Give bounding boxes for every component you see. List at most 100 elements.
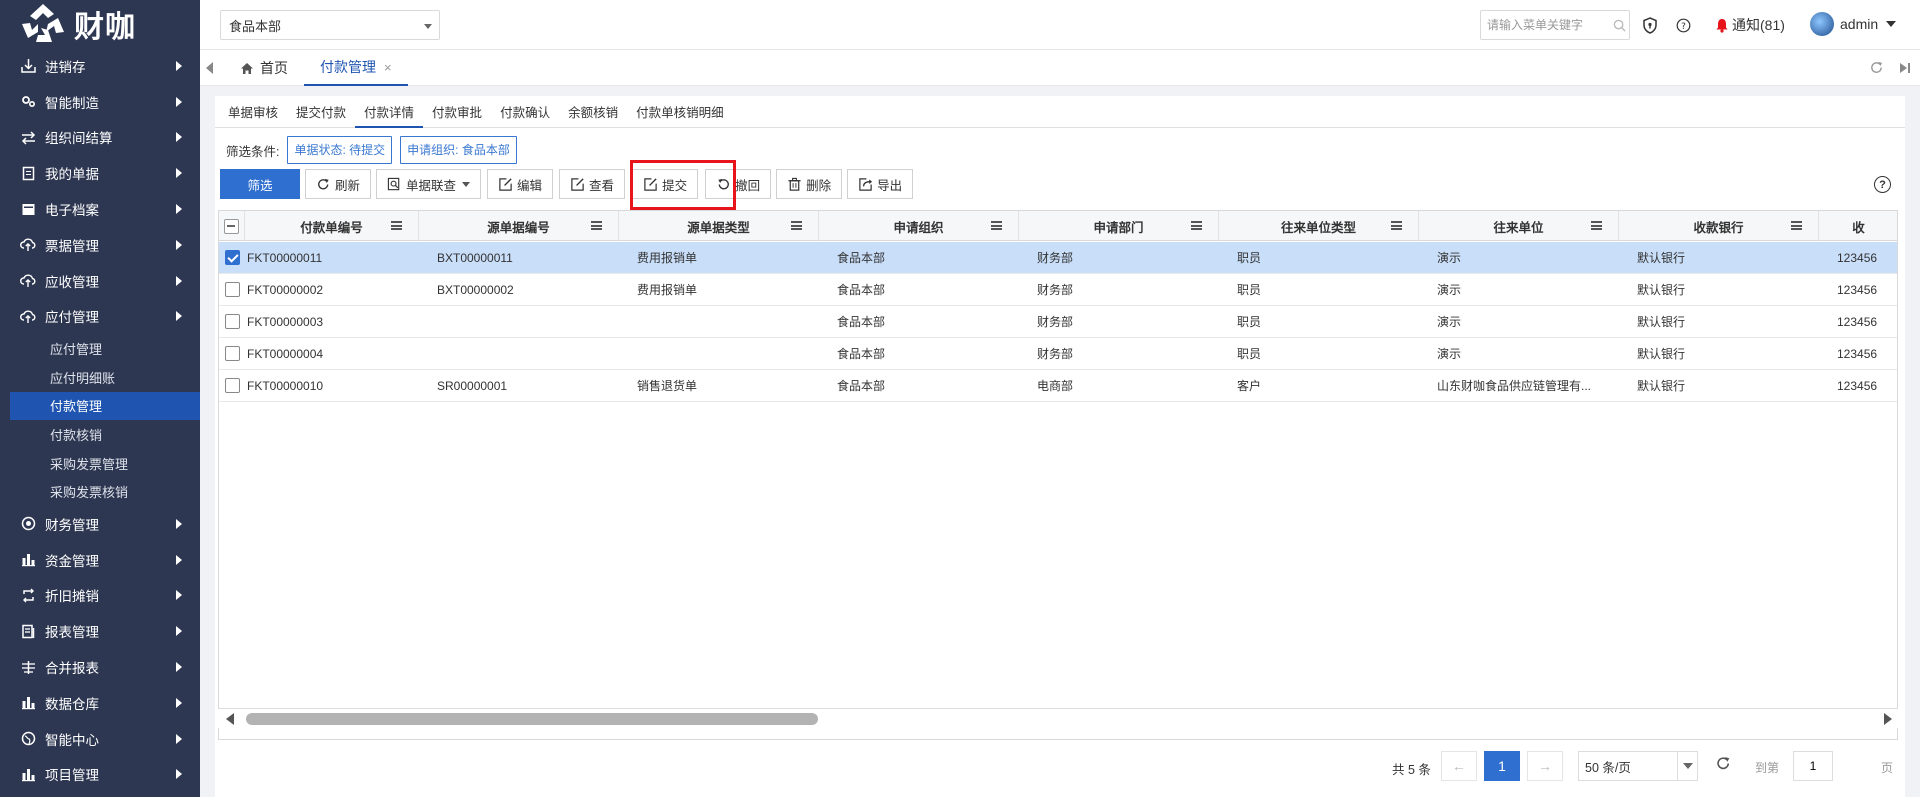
help-icon[interactable]: ?	[1674, 16, 1692, 34]
scroll-left-icon[interactable]	[226, 713, 234, 725]
scrollbar-thumb[interactable]	[246, 713, 818, 725]
table-row[interactable]: FKT00000011 BXT00000011 费用报销单 食品本部 财务部 职员 演示 默认…	[219, 242, 1897, 274]
help-icon[interactable]: ?	[1874, 176, 1891, 193]
column-header[interactable]: 申请组织	[819, 211, 1019, 241]
table-row[interactable]: FKT00000004 食品本部 财务部 职员 演示 默认银行 123456	[219, 338, 1897, 370]
tab-scroll-left-icon[interactable]	[206, 62, 213, 74]
table-cell: 默认银行	[1637, 379, 1686, 393]
submit-button[interactable]: 提交	[632, 169, 699, 199]
linked-query-label: 单据联查	[406, 178, 457, 193]
sidebar-subitem[interactable]: 应付明细账	[0, 363, 200, 392]
sidebar-subitem[interactable]: 采购发票管理	[0, 449, 200, 478]
sidebar-item[interactable]: 票据管理	[0, 227, 200, 263]
cloud-upload-icon	[20, 308, 36, 324]
current-page-button[interactable]: 1	[1484, 751, 1520, 781]
column-header[interactable]: 源单据类型	[619, 211, 819, 241]
sidebar-item[interactable]: 项目管理	[0, 757, 200, 793]
linked-query-button[interactable]: 单据联查	[376, 169, 482, 199]
filter-chip-org[interactable]: 申请组织: 食品本部	[400, 136, 517, 164]
tab-scroll-right-icon[interactable]	[1898, 61, 1912, 75]
sidebar-item[interactable]: 数据仓库	[0, 685, 200, 721]
column-menu-icon[interactable]	[391, 221, 402, 230]
next-page-button[interactable]: →	[1527, 751, 1563, 781]
subtab[interactable]: 提交付款	[287, 96, 355, 128]
sidebar-item[interactable]: 财务管理	[0, 506, 200, 542]
table-cell: FKT00000003	[247, 314, 324, 329]
edit-button[interactable]: 编辑	[487, 169, 554, 199]
sidebar-item[interactable]: 智能制造	[0, 84, 200, 120]
notification-button[interactable]: 通知(81)	[1715, 15, 1785, 35]
prev-page-button[interactable]: ←	[1441, 751, 1477, 781]
sidebar-subitem[interactable]: 付款管理	[10, 391, 200, 421]
column-menu-icon[interactable]	[1791, 221, 1802, 230]
column-header[interactable]: 申请部门	[1019, 211, 1219, 241]
row-checkbox[interactable]	[224, 378, 240, 393]
sidebar-item[interactable]: 应付管理	[0, 299, 200, 335]
table-row[interactable]: FKT00000002 BXT00000002 费用报销单 食品本部 财务部 职员 演示 默认…	[219, 274, 1897, 306]
tab-home[interactable]: 首页	[240, 50, 288, 86]
column-menu-icon[interactable]	[991, 221, 1002, 230]
sidebar-item[interactable]: 应收管理	[0, 263, 200, 299]
row-checkbox[interactable]	[224, 282, 240, 297]
org-select[interactable]: 食品本部	[220, 10, 440, 40]
sidebar-item[interactable]: 折旧摊销	[0, 578, 200, 614]
sidebar-subitem[interactable]: 付款核销	[0, 420, 200, 449]
tab-payment-management[interactable]: 付款管理 ×	[304, 50, 408, 86]
sidebar-subitem[interactable]: 采购发票核销	[0, 477, 200, 506]
sidebar-subitem[interactable]: 应付管理	[0, 334, 200, 363]
refresh-icon[interactable]	[1869, 60, 1884, 80]
refresh-icon[interactable]	[1715, 755, 1732, 777]
table-cell: 费用报销单	[637, 283, 698, 297]
column-menu-icon[interactable]	[591, 221, 602, 230]
menu-search-input[interactable]	[1480, 10, 1630, 40]
table-cell: 财务部	[1037, 283, 1074, 297]
column-header[interactable]: 收	[1819, 211, 1897, 241]
table-cell: FKT00000011	[247, 250, 323, 265]
subtab[interactable]: 付款审批	[423, 96, 491, 128]
column-header[interactable]: 收款银行	[1619, 211, 1819, 241]
column-header[interactable]: 源单据编号	[419, 211, 619, 241]
subtab[interactable]: 付款详情	[355, 96, 424, 128]
page-size-select[interactable]: 50 条/页	[1578, 751, 1698, 781]
subtab[interactable]: 余额核销	[559, 96, 627, 128]
horizontal-scrollbar[interactable]	[218, 708, 1898, 728]
sidebar-item[interactable]: 电子档案	[0, 191, 200, 227]
column-header[interactable]: 往来单位	[1419, 211, 1619, 241]
withdraw-button[interactable]: 撤回	[705, 169, 772, 199]
scroll-right-icon[interactable]	[1884, 713, 1892, 725]
refresh-button[interactable]: 刷新	[305, 169, 372, 199]
filter-button[interactable]: 筛选	[220, 169, 300, 199]
subtab[interactable]: 付款确认	[491, 96, 559, 128]
column-menu-icon[interactable]	[1191, 221, 1202, 230]
sidebar-item[interactable]: 合并报表	[0, 649, 200, 685]
row-checkbox[interactable]	[224, 250, 240, 265]
select-all-checkbox[interactable]	[224, 218, 239, 234]
export-button[interactable]: 导出	[847, 169, 914, 199]
sidebar-item[interactable]: 资金管理	[0, 542, 200, 578]
user-menu[interactable]: admin	[1810, 12, 1897, 36]
sidebar-item[interactable]: 报表管理	[0, 613, 200, 649]
table-cell: FKT00000004	[247, 346, 324, 361]
column-menu-icon[interactable]	[1391, 221, 1402, 230]
column-menu-icon[interactable]	[1591, 221, 1602, 230]
sidebar-item[interactable]: 组织间结算	[0, 120, 200, 156]
row-checkbox[interactable]	[224, 346, 240, 361]
table-row[interactable]: FKT00000010 SR00000001 销售退货单 食品本部 电商部 客户 山东财咖食…	[219, 370, 1897, 402]
shield-icon[interactable]	[1641, 16, 1659, 34]
sidebar-item[interactable]: 进销存	[0, 48, 200, 84]
view-button[interactable]: 查看	[559, 169, 626, 199]
sidebar-item[interactable]: 我的单据	[0, 155, 200, 191]
column-header[interactable]: 付款单编号	[245, 211, 419, 241]
close-icon[interactable]: ×	[384, 60, 392, 75]
filter-chip-status[interactable]: 单据状态: 待提交	[287, 136, 393, 164]
column-header[interactable]: 往来单位类型	[1219, 211, 1419, 241]
table-row[interactable]: FKT00000003 食品本部 财务部 职员 演示 默认银行 123456	[219, 306, 1897, 338]
row-checkbox[interactable]	[224, 314, 240, 329]
delete-button[interactable]: 删除	[776, 169, 843, 199]
subtab[interactable]: 单据审核	[219, 96, 287, 128]
search-icon[interactable]	[1610, 16, 1628, 34]
subtab[interactable]: 付款单核销明细	[627, 96, 733, 128]
goto-page-input[interactable]	[1793, 751, 1833, 781]
sidebar-item[interactable]: 智能中心	[0, 721, 200, 757]
column-menu-icon[interactable]	[791, 221, 802, 230]
